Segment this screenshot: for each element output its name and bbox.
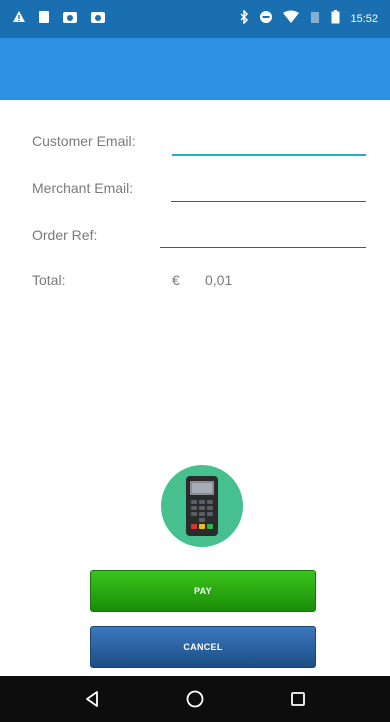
total-label: Total: (32, 272, 66, 288)
recents-icon[interactable] (278, 679, 318, 719)
currency-symbol: € (172, 272, 180, 288)
wifi-icon (283, 10, 300, 29)
battery-icon (331, 9, 340, 29)
do-not-disturb-icon (259, 10, 273, 29)
merchant-email-label: Merchant Email: (32, 180, 134, 196)
navigation-bar (0, 676, 390, 722)
card-terminal-icon (161, 465, 243, 547)
status-time: 15:52 (350, 13, 378, 25)
card-terminal-graphic (186, 476, 218, 536)
merchant-email-field[interactable] (171, 174, 366, 202)
pay-button[interactable]: PAY (90, 570, 316, 612)
photo-icon (62, 10, 78, 29)
image-icon (38, 10, 50, 29)
cancel-button[interactable]: CANCEL (90, 626, 316, 668)
customer-email-underline (172, 154, 366, 156)
pay-button-label: PAY (194, 586, 212, 596)
order-ref-label: Order Ref: (32, 227, 98, 243)
back-icon[interactable] (72, 679, 112, 719)
total-amount: 0,01 (205, 272, 233, 288)
status-bar: 15:52 (0, 0, 390, 38)
status-right-icons: 15:52 (239, 8, 378, 29)
home-icon[interactable] (175, 679, 215, 719)
order-ref-underline (160, 247, 366, 248)
order-ref-field[interactable] (160, 220, 366, 248)
app-bar (0, 38, 390, 100)
merchant-email-underline (171, 201, 366, 202)
status-left-icons (12, 10, 106, 29)
bluetooth-icon (239, 8, 249, 29)
cancel-button-label: CANCEL (183, 642, 223, 652)
warning-icon (12, 10, 26, 29)
customer-email-label: Customer Email: (32, 133, 136, 149)
customer-email-field[interactable] (172, 128, 366, 156)
signal-icon (309, 10, 321, 29)
photo-icon (90, 10, 106, 29)
